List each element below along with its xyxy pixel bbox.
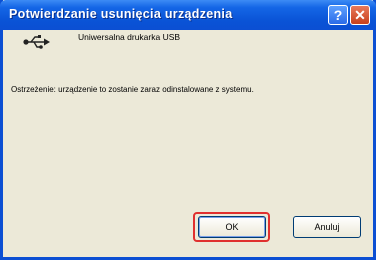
cancel-button[interactable]: Anuluj: [293, 216, 361, 238]
dialog-title: Potwierdzanie usunięcia urządzenia: [9, 7, 233, 21]
title-bar[interactable]: Potwierdzanie usunięcia urządzenia ? ✕: [0, 0, 376, 30]
dialog-window: Potwierdzanie usunięcia urządzenia ? ✕ U…: [0, 0, 376, 260]
device-name: Uniwersalna drukarka USB: [78, 32, 181, 42]
ok-button[interactable]: OK: [198, 216, 266, 238]
close-button[interactable]: ✕: [350, 5, 370, 25]
usb-icon: [23, 35, 50, 49]
warning-message: Ostrzeżenie: urządzenie to zostanie zara…: [11, 85, 254, 94]
help-button[interactable]: ?: [328, 5, 348, 25]
